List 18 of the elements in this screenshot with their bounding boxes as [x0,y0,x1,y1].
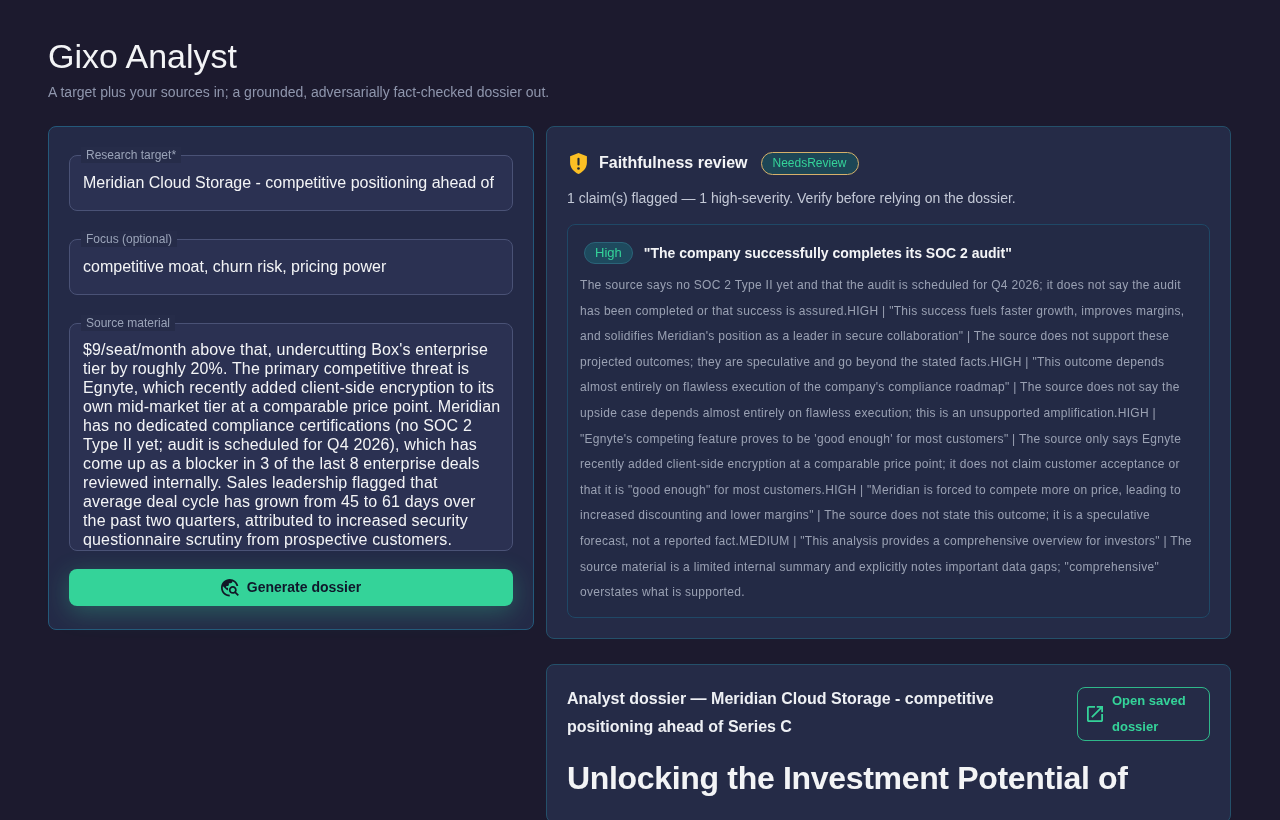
app-title: Gixo Analyst [48,36,238,76]
open-saved-dossier-button[interactable]: Open saved dossier [1077,686,1210,741]
dossier-title: Unlocking the Investment Potential of [567,758,1129,798]
claim-explanation: The source says no SOC 2 Type II yet and that the audit is scheduled for Q4 2026; it does not say the audit has been completed or that success is assured.HIGH | "This success fuels faster growth, improves margins, and solidifies Meridian's position as a leader in secure collaboration" | The source does not support these projected outcomes; they are speculative and go beyond the stated facts.HIGH | "This outcome depends almost entirely on flawless execution of the company's compliance roadmap" | The source does not say the upside case depends almost entirely on flawless execution; this is an unsupported amplification.HIGH | "Egnyte's competing feature proves to be 'good enough' for most customers" | The source only says Egnyte recently added client-side encryption at a comparable price point; it does not claim customer acceptance or that it is "good enough" for most customers.HIGH | "Meridian is forced to compete more on price, leading to increased discounting and lower margins" | The source does not state this outcome; it is a speculative forecast, not a reported fact.MEDIUM | "This analysis provides a comprehensive overview for investors" | The source material is a limited internal summary and explicitly notes important data gaps; "comprehensive" overstates what is supported. [580,277,1193,602]
generate-dossier-button[interactable]: Generate dossier [69,569,513,606]
claim-quote: "The company successfully completes its SOC 2 audit" [643,243,1012,263]
external-link-icon [1087,705,1103,722]
field-label: Focus (optional) [81,231,178,247]
field-label: Source material [81,315,176,331]
review-summary: 1 claim(s) flagged — 1 high-severity. Verify before relying on the dossier. [567,189,1017,208]
dossier-header: Analyst dossier — Meridian Cloud Storage - competitive positioning ahead of Series C [567,688,995,737]
field-label: Research target* [81,147,182,163]
globe-search-icon [220,578,239,597]
status-badge: NeedsReview [760,151,859,175]
app-subtitle: A target plus your sources in; a grounded, adversarially fact-checked dossier out. [48,83,551,102]
review-title: Faithfulness review [599,153,748,173]
shield-warning-icon [570,152,587,174]
severity-badge: High [584,242,633,264]
